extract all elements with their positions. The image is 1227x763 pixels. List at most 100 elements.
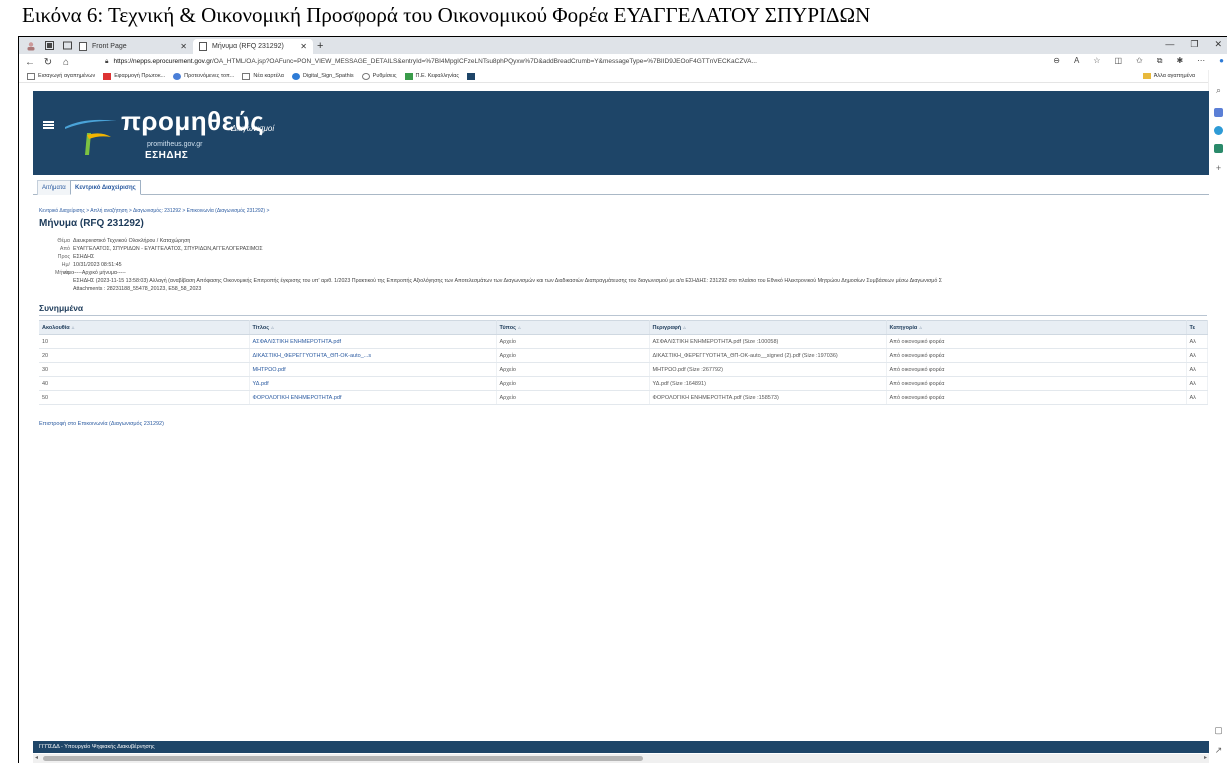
tab-management[interactable]: Κεντρικό Διαχείρισης	[70, 180, 141, 195]
page-title: Μήνυμα (RFQ 231292)	[39, 218, 144, 229]
address-row: ← ↻ ⌂ 🔒︎ https://nepps.eprocurement.gov.…	[19, 54, 1227, 70]
column-header[interactable]: Κατηγορία ▵	[886, 320, 1187, 335]
extra-cell: Αλ	[1186, 376, 1208, 391]
settings-icon	[361, 72, 370, 80]
copilot-icon[interactable]: ●	[1219, 56, 1224, 66]
attachment-link[interactable]: ΑΣΦΑΛΙΣΤΙΚΗ ΕΝΗΜΕΡΟΤΗΤΑ.pdf	[249, 334, 497, 349]
table-row: 50 ΦΟΡΟΛΟΓΙΚΗ ΕΝΗΜΕΡΟΤΗΤΑ.pdf Αρχείο ΦΟΡ…	[39, 390, 1208, 405]
tag-icon[interactable]	[1214, 108, 1223, 117]
app-icon	[466, 72, 475, 80]
outlook-icon[interactable]	[1214, 144, 1223, 153]
column-header[interactable]: Περιγραφή ▵	[649, 320, 887, 335]
tab-message[interactable]: Μήνυμα (RFQ 231292) ✕	[193, 39, 313, 54]
minimize-icon[interactable]: —	[1165, 39, 1174, 50]
back-icon[interactable]: ←	[23, 57, 37, 68]
bookmark-item[interactable]: Εισαγωγή αγαπημένων	[27, 72, 95, 80]
back-link[interactable]: Επιστροφή στο Επικοινωνία (Διαγωνισμός 2…	[39, 421, 164, 427]
url-path: /OA_HTML/OA.jsp?OAFunc=PON_VIEW_MESSAGE_…	[212, 58, 757, 65]
workspaces-icon[interactable]	[43, 40, 55, 52]
extra-cell: Αλ	[1186, 334, 1208, 349]
description-cell: ΑΣΦΑΛΙΣΤΙΚΗ ΕΝΗΜΕΡΟΤΗΤΑ.pdf (Size :10005…	[649, 334, 887, 349]
from-label: Από	[59, 246, 70, 252]
attachment-link[interactable]: ΦΟΡΟΛΟΓΙΚΗ ΕΝΗΜΕΡΟΤΗΤΑ.pdf	[249, 390, 497, 405]
bookmark-item[interactable]	[466, 72, 475, 80]
tab-actions-icon[interactable]	[61, 40, 73, 52]
logo-mark-icon	[85, 133, 111, 155]
sort-icon[interactable]: ▵	[72, 325, 75, 331]
profile-icon[interactable]	[25, 40, 37, 52]
close-window-icon[interactable]: ✕	[1214, 39, 1222, 50]
google-icon	[173, 72, 182, 80]
refresh-icon[interactable]: ↻	[41, 57, 55, 68]
home-icon[interactable]: ⌂	[59, 57, 73, 68]
column-header[interactable]: Τε	[1186, 320, 1208, 335]
category-cell: Από οικονομικό φορέα	[886, 348, 1187, 363]
window-controls: — ❐ ✕	[1165, 39, 1222, 50]
import-icon	[27, 72, 35, 80]
sort-icon[interactable]: ▵	[271, 325, 274, 331]
tab-front-page[interactable]: Front Page ✕	[73, 39, 193, 54]
type-cell: Αρχείο	[496, 390, 650, 405]
bookmark-item[interactable]: Νέα καρτέλα	[242, 72, 284, 80]
attachment-link[interactable]: ΔΙΚΑΣΤΙΚΗ_ΦΕΡΕΓΓΥΟΤΗΤΑ_ΘΠ-ΟΚ-auto_...s	[249, 348, 497, 363]
sort-icon[interactable]: ▵	[518, 325, 521, 331]
add-icon[interactable]: +	[1214, 164, 1223, 173]
search-icon[interactable]: ⌕	[1214, 86, 1223, 95]
zoom-icon[interactable]: ⊖	[1053, 56, 1060, 66]
column-header[interactable]: Ακολουθία ▵	[39, 320, 250, 335]
table-row: 20 ΔΙΚΑΣΤΙΚΗ_ΦΕΡΕΓΓΥΟΤΗΤΑ_ΘΠ-ΟΚ-auto_...…	[39, 348, 1208, 363]
site-header: προμηθεύς Διαγωνισμοί promitheus.gov.gr …	[33, 91, 1209, 175]
horizontal-scrollbar[interactable]: ◂ ▸	[33, 754, 1209, 763]
seq-cell: 10	[39, 334, 250, 349]
sort-icon[interactable]: ▵	[683, 325, 686, 331]
split-screen-icon[interactable]: ◫	[1114, 56, 1122, 66]
folder-icon	[1142, 73, 1151, 79]
subject-label: Θέμα	[57, 238, 70, 244]
address-bar[interactable]: 🔒︎ https://nepps.eprocurement.gov.gr/OA_…	[99, 55, 879, 68]
panel-icon[interactable]: ▢	[1214, 726, 1223, 735]
attachments-table: Ακολουθία ▵ Τίτλος ▵ Τύπος ▵ Περιγραφή ▵ Κατ…	[39, 320, 1208, 405]
table-header-row: Ακολουθία ▵ Τίτλος ▵ Τύπος ▵ Περιγραφή ▵ Κατ…	[39, 320, 1208, 335]
from-value: ΕΥΑΓΓΕΛΑΤΟΣ, ΣΠΥΡΙΔΩΝ - ΕΥΑΓΓΕΛΑΤΟΣ, ΣΠΥ…	[73, 246, 263, 252]
extra-cell: Αλ	[1186, 348, 1208, 363]
close-icon[interactable]: ✕	[180, 42, 187, 51]
body-label: Μήνυμα	[55, 270, 75, 276]
attachment-link[interactable]: ΥΔ.pdf	[249, 376, 497, 391]
attachment-link[interactable]: ΜΗΤΡΩΟ.pdf	[249, 362, 497, 377]
read-aloud-icon[interactable]: A	[1074, 56, 1079, 66]
extensions-icon[interactable]: ✱	[1176, 56, 1183, 66]
bookmark-item[interactable]: Π.Ε. Κεφαλληνίας	[404, 72, 459, 80]
subject-value: Διευκρινιστικό Τεχνικού Ολοκλήρου / Κατα…	[73, 238, 191, 244]
body-line-2: ΕΣΗΔΗΣ (2023-11-15 13:58:03) Αλλαγή (ανα…	[73, 278, 943, 284]
favorite-star-icon[interactable]: ☆	[1093, 56, 1100, 66]
logo-org: ΕΣΗΔΗΣ	[145, 150, 189, 161]
message-details: Θέμα Διευκρινιστικό Τεχνικού Ολοκλήρου / …	[55, 237, 1213, 293]
bookmark-item[interactable]: Προτεινόμενες τοπ...	[173, 72, 234, 80]
bookmark-item[interactable]: Εφαρμογή Πρωτοκ...	[103, 72, 165, 80]
description-cell: ΦΟΡΟΛΟΓΙΚΗ ΕΝΗΜΕΡΟΤΗΤΑ.pdf (Size :158573…	[649, 390, 887, 405]
scroll-right-icon[interactable]: ▸	[1204, 754, 1207, 763]
scroll-left-icon[interactable]: ◂	[35, 754, 38, 763]
breadcrumb[interactable]: Κεντρικό Διαχείρισης > Απλή αναζήτηση > …	[39, 208, 269, 214]
collections-icon[interactable]: ⧉	[1157, 56, 1163, 66]
attachments-title: Συνημμένα	[39, 303, 84, 313]
sort-icon[interactable]: ▵	[919, 325, 922, 331]
office-icon[interactable]	[1214, 126, 1223, 135]
external-link-icon[interactable]: ↗	[1214, 746, 1223, 755]
bookmark-item[interactable]: Ρυθμίσεις	[361, 72, 397, 80]
restore-icon[interactable]: ❐	[1190, 39, 1198, 50]
close-icon[interactable]: ✕	[300, 42, 307, 51]
more-icon[interactable]: ⋯	[1197, 56, 1205, 66]
column-header[interactable]: Τίτλος ▵	[249, 320, 497, 335]
table-row: 30 ΜΗΤΡΩΟ.pdf Αρχείο ΜΗΤΡΩΟ.pdf (Size :2…	[39, 362, 1208, 377]
column-header[interactable]: Τύπος ▵	[496, 320, 650, 335]
menu-icon[interactable]	[43, 121, 54, 129]
new-tab-icon[interactable]: +	[317, 40, 323, 52]
figure-caption: Εικόνα 6: Τεχνική & Οικονομική Προσφορά …	[22, 3, 871, 27]
logo-url: promitheus.gov.gr	[147, 141, 203, 148]
scrollbar-thumb[interactable]	[43, 756, 643, 761]
other-favorites[interactable]: Άλλα αγαπημένα	[1142, 73, 1195, 79]
favorites-icon[interactable]: ✩	[1136, 56, 1143, 66]
bookmark-item[interactable]: Digital_Sign_Spathis	[291, 72, 354, 80]
tab-requests[interactable]: Αιτήματα	[37, 180, 71, 195]
